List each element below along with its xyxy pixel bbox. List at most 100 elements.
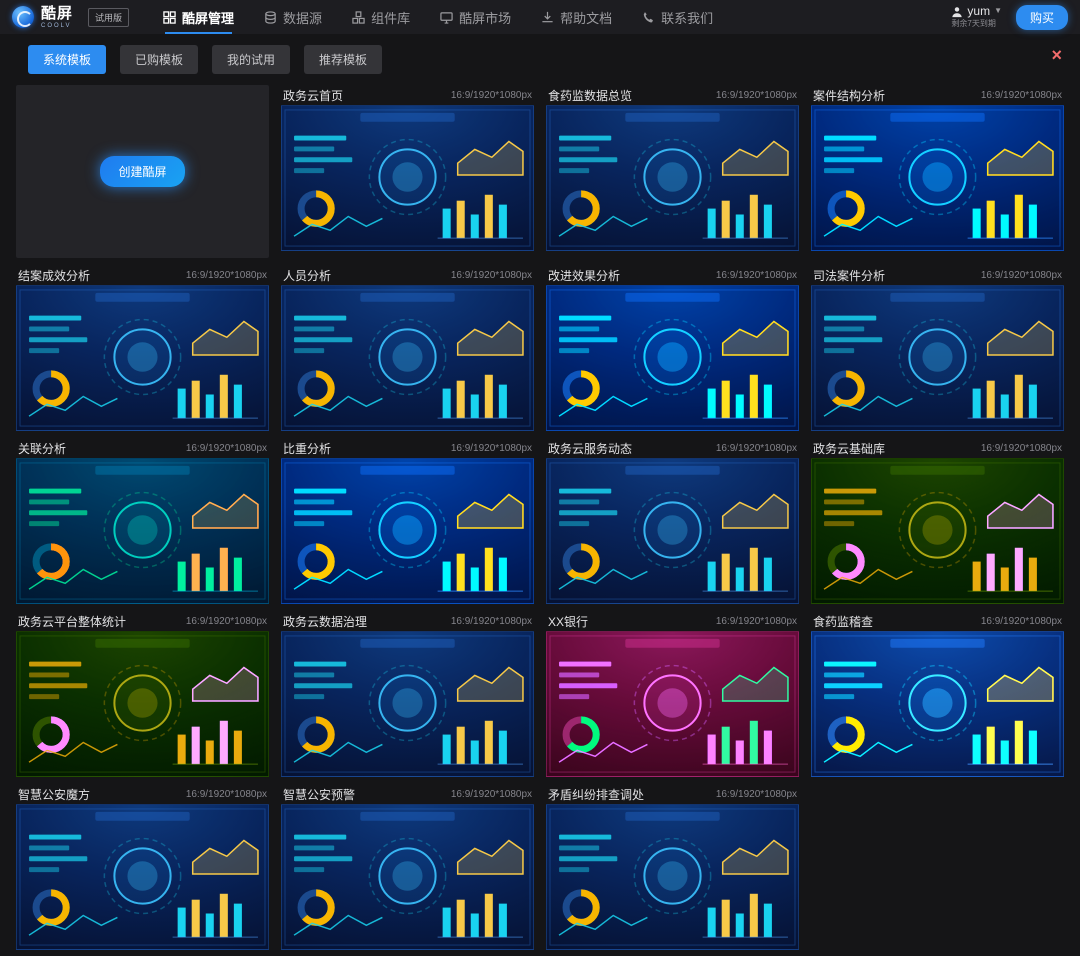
template-card[interactable]: 政务云首页 16:9/1920*1080px [281,85,534,258]
user-name: yum [967,5,990,18]
template-title: 关联分析 [18,440,66,457]
template-title: 政务云基础库 [813,440,885,457]
nav-item-screen-manage[interactable]: 酷屏管理 [163,0,234,34]
dashboard-thumbnail-art [282,459,533,603]
template-thumbnail [811,631,1064,777]
nav-label: 酷屏管理 [182,8,234,27]
template-title: 案件结构分析 [813,87,885,104]
nav-label: 组件库 [371,8,410,27]
template-grid: 创建酷屏 政务云首页 16:9/1920*1080px [0,83,1080,956]
template-title: 食药监稽查 [813,613,873,630]
template-card[interactable]: 政务云服务动态 16:9/1920*1080px [546,438,799,604]
user-menu[interactable]: yum ▼ 剩余7天到期 [951,5,1002,29]
dashboard-thumbnail-art [282,805,533,949]
app-logo[interactable]: 酷屏 COOLV 试用版 [12,6,129,29]
dashboard-thumbnail-art [282,106,533,250]
template-size-label: 16:9/1920*1080px [186,789,267,800]
nav-label: 酷屏市场 [459,8,511,27]
nav-label: 帮助文档 [560,8,612,27]
template-card[interactable]: 智慧公安预警 16:9/1920*1080px [281,784,534,950]
tab-recommended-templates[interactable]: 推荐模板 [304,45,382,74]
template-card[interactable]: 案件结构分析 16:9/1920*1080px [811,85,1064,258]
main-nav: 酷屏管理 数据源 组件库 酷屏市场 帮助文档 联系我们 [163,0,713,34]
template-thumbnail [281,105,534,251]
dashboard-thumbnail-art [17,805,268,949]
template-size-label: 16:9/1920*1080px [716,443,797,454]
template-size-label: 16:9/1920*1080px [981,90,1062,101]
nav-label: 数据源 [283,8,322,27]
template-title: 人员分析 [283,267,331,284]
nav-item-contact-us[interactable]: 联系我们 [642,0,713,34]
template-thumbnail [811,105,1064,251]
template-size-label: 16:9/1920*1080px [981,270,1062,281]
dashboard-thumbnail-art [282,286,533,430]
template-thumbnail [281,631,534,777]
template-thumbnail [546,804,799,950]
market-icon [440,11,453,24]
nav-item-help-docs[interactable]: 帮助文档 [541,0,612,34]
dashboard-thumbnail-art [812,459,1063,603]
template-card[interactable]: 人员分析 16:9/1920*1080px [281,265,534,431]
template-size-label: 16:9/1920*1080px [451,789,532,800]
dashboard-thumbnail-art [547,106,798,250]
template-card[interactable]: 政务云基础库 16:9/1920*1080px [811,438,1064,604]
download-icon [541,11,554,24]
template-filter-bar: 系统模板 已购模板 我的试用 推荐模板 × [0,34,1080,83]
template-title: 司法案件分析 [813,267,885,284]
dashboard-thumbnail-art [17,286,268,430]
template-card[interactable]: 结案成效分析 16:9/1920*1080px [16,265,269,431]
user-subtitle: 剩余7天到期 [951,20,995,29]
template-title: 政务云首页 [283,87,343,104]
dashboard-thumbnail-art [282,632,533,776]
template-title: 智慧公安魔方 [18,786,90,803]
template-size-label: 16:9/1920*1080px [716,90,797,101]
dashboard-thumbnail-art [547,805,798,949]
tab-system-templates[interactable]: 系统模板 [28,45,106,74]
dashboard-thumbnail-art [547,286,798,430]
template-thumbnail [546,285,799,431]
template-card[interactable]: 智慧公安魔方 16:9/1920*1080px [16,784,269,950]
tab-my-trial[interactable]: 我的试用 [212,45,290,74]
dashboard-thumbnail-art [812,632,1063,776]
buy-button[interactable]: 购买 [1016,5,1068,30]
template-card[interactable]: 改进效果分析 16:9/1920*1080px [546,265,799,431]
template-card[interactable]: 食药监数据总览 16:9/1920*1080px [546,85,799,258]
template-thumbnail [16,285,269,431]
database-icon [264,11,277,24]
template-card[interactable]: XX银行 16:9/1920*1080px [546,611,799,777]
close-icon[interactable]: × [1051,46,1062,64]
template-size-label: 16:9/1920*1080px [186,443,267,454]
create-screen-card[interactable]: 创建酷屏 [16,85,269,258]
create-screen-button[interactable]: 创建酷屏 [100,156,184,187]
nav-item-screen-market[interactable]: 酷屏市场 [440,0,511,34]
template-thumbnail [546,631,799,777]
template-card[interactable]: 司法案件分析 16:9/1920*1080px [811,265,1064,431]
chevron-down-icon: ▼ [994,7,1002,16]
template-size-label: 16:9/1920*1080px [981,443,1062,454]
dashboard-thumbnail-art [812,106,1063,250]
nav-label: 联系我们 [661,8,713,27]
logo-icon [12,6,34,28]
grid-icon [163,11,176,24]
template-title: 结案成效分析 [18,267,90,284]
nav-item-component-library[interactable]: 组件库 [352,0,410,34]
template-card[interactable]: 矛盾纠纷排查调处 16:9/1920*1080px [546,784,799,950]
template-size-label: 16:9/1920*1080px [981,616,1062,627]
dashboard-thumbnail-art [17,459,268,603]
template-title: 比重分析 [283,440,331,457]
dashboard-thumbnail-art [812,286,1063,430]
tab-purchased-templates[interactable]: 已购模板 [120,45,198,74]
template-size-label: 16:9/1920*1080px [451,90,532,101]
phone-icon [642,11,655,24]
template-card[interactable]: 政务云数据治理 16:9/1920*1080px [281,611,534,777]
dashboard-thumbnail-art [547,632,798,776]
template-thumbnail [281,804,534,950]
nav-item-data-source[interactable]: 数据源 [264,0,322,34]
trial-badge: 试用版 [88,8,129,27]
dashboard-thumbnail-art [17,632,268,776]
template-card[interactable]: 关联分析 16:9/1920*1080px [16,438,269,604]
template-card[interactable]: 食药监稽查 16:9/1920*1080px [811,611,1064,777]
template-card[interactable]: 比重分析 16:9/1920*1080px [281,438,534,604]
logo-subtext: COOLV [41,23,73,29]
template-card[interactable]: 政务云平台整体统计 16:9/1920*1080px [16,611,269,777]
